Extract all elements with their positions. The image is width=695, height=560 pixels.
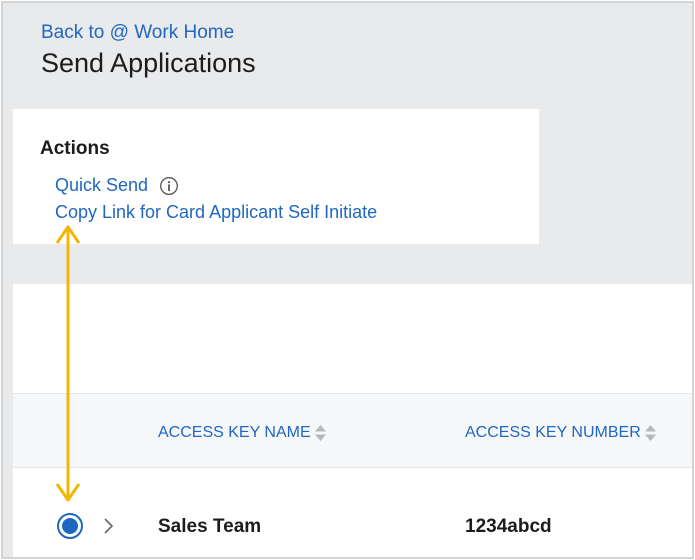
app-frame: Back to @ Work Home Send Applications Ac… (1, 1, 694, 559)
table-header: ACCESS KEY NAME ACCESS KEY NUMBER (13, 393, 692, 468)
table-row: Sales Team 1234abcd (13, 467, 692, 557)
access-key-table: ACCESS KEY NAME ACCESS KEY NUMBER Sales … (13, 284, 692, 557)
info-icon[interactable] (159, 176, 179, 196)
chevron-right-icon[interactable] (101, 517, 115, 535)
page-title: Send Applications (41, 48, 256, 78)
actions-heading: Actions (40, 138, 110, 159)
column-header-label: ACCESS KEY NAME (158, 424, 311, 441)
sort-icon (314, 425, 326, 441)
row-select-radio[interactable] (57, 513, 83, 539)
column-header-label: ACCESS KEY NUMBER (465, 424, 641, 441)
back-to-work-home-link[interactable]: Back to @ Work Home (41, 22, 234, 44)
column-header-access-key-name[interactable]: ACCESS KEY NAME (158, 424, 327, 442)
column-header-access-key-number[interactable]: ACCESS KEY NUMBER (465, 424, 657, 442)
copy-link-self-initiate[interactable]: Copy Link for Card Applicant Self Initia… (55, 202, 377, 223)
quick-send-link[interactable]: Quick Send (55, 175, 148, 196)
radio-selected-dot (62, 518, 78, 534)
sort-icon (644, 425, 656, 441)
actions-card: Actions Quick Send Copy Link for Card Ap… (13, 109, 539, 244)
access-key-number-cell: 1234abcd (465, 516, 552, 537)
access-key-name-cell: Sales Team (158, 516, 262, 537)
